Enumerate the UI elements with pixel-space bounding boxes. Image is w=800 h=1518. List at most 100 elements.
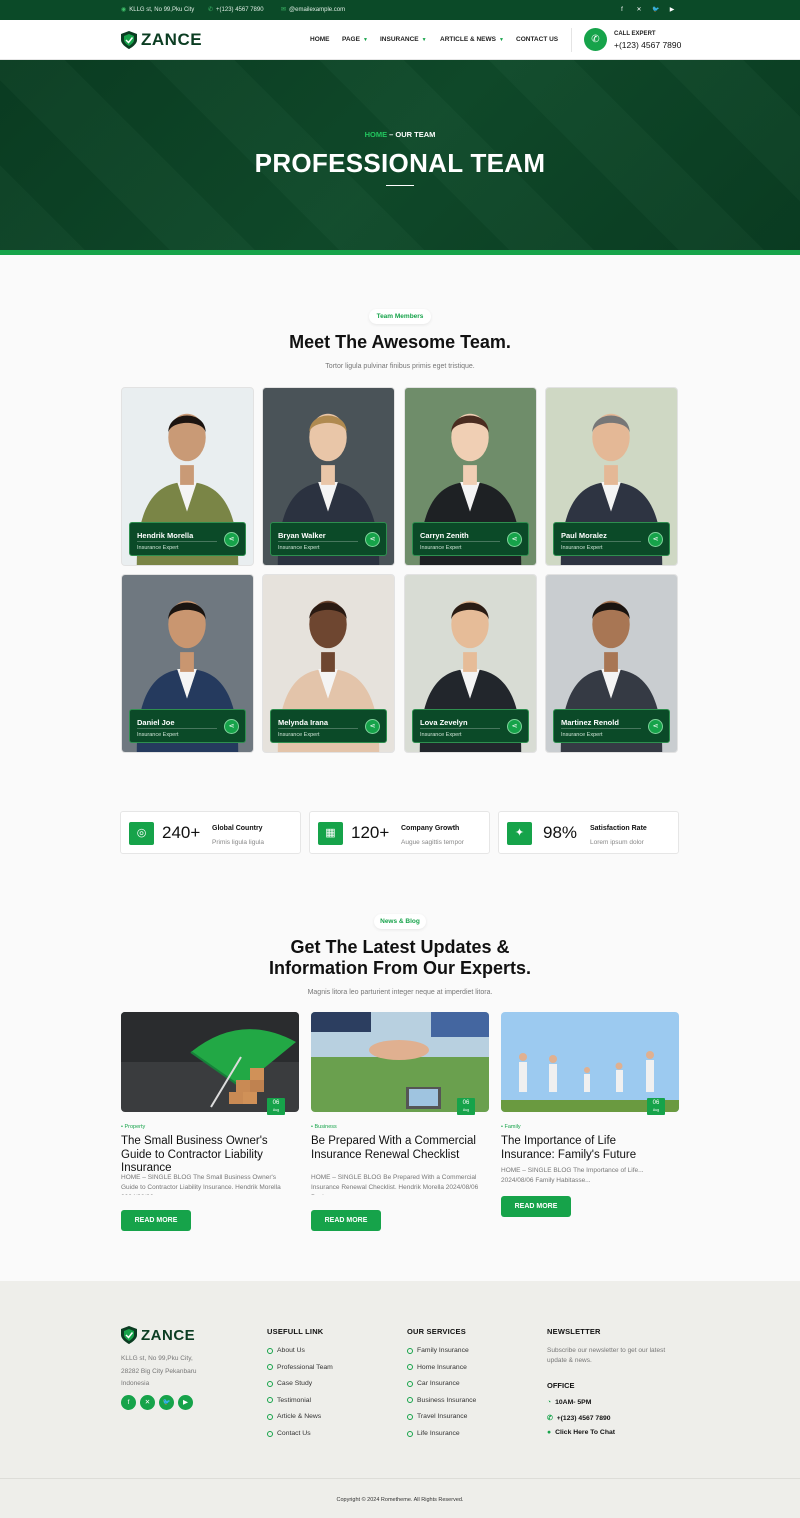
x-icon[interactable]: ✕ bbox=[140, 1395, 155, 1410]
twitter-icon[interactable]: 🐦 bbox=[159, 1395, 174, 1410]
service-link-label: Family Insurance bbox=[417, 1347, 469, 1354]
facebook-icon[interactable]: f bbox=[617, 5, 627, 15]
member-divider bbox=[137, 728, 217, 729]
newsletter-heading: NEWSLETTER bbox=[547, 1327, 601, 1336]
team-card[interactable]: Melynda Irana Insurance Expert ⋖ bbox=[262, 574, 395, 753]
footer-link-label: Professional Team bbox=[277, 1363, 333, 1371]
footer-link[interactable]: Article & News bbox=[267, 1413, 321, 1420]
member-role: Insurance Expert bbox=[420, 545, 462, 551]
office-chat[interactable]: ● Click Here To Chat bbox=[547, 1429, 615, 1436]
chevron-down-icon: ▼ bbox=[421, 36, 427, 43]
team-card[interactable]: Martinez Renold Insurance Expert ⋖ bbox=[545, 574, 678, 753]
share-icon[interactable]: ⋖ bbox=[507, 719, 522, 734]
post-category-label: Business bbox=[314, 1124, 337, 1130]
footer-link[interactable]: Contact Us bbox=[267, 1430, 311, 1437]
stat-value: 240+ bbox=[162, 823, 201, 842]
team-card[interactable]: Lova Zevelyn Insurance Expert ⋖ bbox=[404, 574, 537, 753]
nav-home[interactable]: HOME bbox=[310, 36, 330, 43]
team-card[interactable]: Paul Moralez Insurance Expert ⋖ bbox=[545, 387, 678, 566]
stat-label: Global Country bbox=[212, 825, 263, 832]
member-divider bbox=[137, 541, 217, 542]
chevron-down-icon: ▼ bbox=[498, 36, 504, 43]
mail-icon: ✉ bbox=[281, 7, 287, 13]
logo[interactable]: ZANCE bbox=[121, 30, 202, 50]
post-category[interactable]: • Business bbox=[311, 1124, 337, 1130]
read-more-button[interactable]: READ MORE bbox=[121, 1210, 191, 1231]
service-link[interactable]: Travel Insurance bbox=[407, 1413, 467, 1420]
read-more-button[interactable]: READ MORE bbox=[501, 1196, 571, 1217]
post-image[interactable] bbox=[121, 1012, 299, 1112]
bullet-icon bbox=[267, 1413, 273, 1420]
phone-icon: ✆ bbox=[547, 1415, 553, 1422]
share-icon[interactable]: ⋖ bbox=[365, 719, 380, 734]
youtube-icon[interactable]: ▶ bbox=[667, 5, 677, 15]
team-card[interactable]: Daniel Joe Insurance Expert ⋖ bbox=[121, 574, 254, 753]
stat-sub: Augue sagittis tempor bbox=[401, 839, 464, 846]
post-month: Aug bbox=[462, 1108, 470, 1112]
member-role: Insurance Expert bbox=[561, 732, 603, 738]
service-link[interactable]: Business Insurance bbox=[407, 1397, 476, 1404]
nav-page[interactable]: PAGE ▼ bbox=[342, 36, 368, 43]
twitter-icon[interactable]: 🐦 bbox=[651, 5, 661, 15]
post-title[interactable]: Be Prepared With a Commercial Insurance … bbox=[311, 1135, 481, 1171]
share-icon[interactable]: ⋖ bbox=[648, 532, 663, 547]
nav-article-news[interactable]: ARTICLE & NEWS ▼ bbox=[440, 36, 504, 43]
member-info-panel: Martinez Renold Insurance Expert ⋖ bbox=[553, 709, 670, 743]
post-title[interactable]: The Importance of Life Insurance: Family… bbox=[501, 1135, 671, 1165]
share-icon[interactable]: ⋖ bbox=[365, 532, 380, 547]
service-link[interactable]: Life Insurance bbox=[407, 1430, 460, 1437]
address-line: 28282 Big City Pekanbaru bbox=[121, 1367, 197, 1375]
nav-home-label: HOME bbox=[310, 36, 330, 43]
call-expert-number[interactable]: +(123) 4567 7890 bbox=[614, 40, 681, 50]
team-card[interactable]: Bryan Walker Insurance Expert ⋖ bbox=[262, 387, 395, 566]
bullet-icon bbox=[267, 1347, 273, 1354]
youtube-icon[interactable]: ▶ bbox=[178, 1395, 193, 1410]
footer-logo[interactable]: ZANCE bbox=[121, 1326, 195, 1344]
call-phone-icon[interactable]: ✆ bbox=[584, 28, 607, 51]
post-image[interactable] bbox=[501, 1012, 679, 1112]
office-heading: OFFICE bbox=[547, 1381, 575, 1390]
post-category[interactable]: • Property bbox=[121, 1124, 145, 1130]
bullet-icon bbox=[407, 1413, 413, 1420]
member-divider bbox=[278, 728, 358, 729]
footer-link[interactable]: Professional Team bbox=[267, 1364, 333, 1371]
share-icon[interactable]: ⋖ bbox=[507, 532, 522, 547]
share-icon[interactable]: ⋖ bbox=[648, 719, 663, 734]
post-title[interactable]: The Small Business Owner's Guide to Cont… bbox=[121, 1135, 291, 1171]
breadcrumb-home[interactable]: HOME bbox=[365, 130, 388, 139]
member-role: Insurance Expert bbox=[278, 545, 320, 551]
member-divider bbox=[420, 541, 500, 542]
footer-logo-text: ZANCE bbox=[141, 1326, 196, 1344]
team-card[interactable]: Carryn Zenith Insurance Expert ⋖ bbox=[404, 387, 537, 566]
bullet-icon bbox=[407, 1397, 413, 1404]
stat-label: Satisfaction Rate bbox=[590, 825, 647, 832]
bullet-icon bbox=[407, 1364, 413, 1371]
share-icon[interactable]: ⋖ bbox=[224, 719, 239, 734]
footer-link[interactable]: About Us bbox=[267, 1347, 305, 1354]
footer-link[interactable]: Testimonial bbox=[267, 1397, 311, 1404]
post-category[interactable]: • Family bbox=[501, 1124, 521, 1130]
email-info[interactable]: ✉ @emailexample.com bbox=[281, 6, 345, 14]
post-category-label: Family bbox=[504, 1124, 521, 1130]
breadcrumb: HOME – OUR TEAM bbox=[0, 130, 800, 139]
post-date-badge: 06 Aug bbox=[647, 1098, 665, 1115]
nav-contact[interactable]: CONTACT US bbox=[516, 36, 558, 43]
office-phone-text: +(123) 4567 7890 bbox=[556, 1414, 611, 1422]
x-icon[interactable]: ✕ bbox=[634, 5, 644, 15]
nav-contact-label: CONTACT US bbox=[516, 36, 559, 43]
team-pill: Team Members bbox=[369, 309, 431, 324]
service-link[interactable]: Car Insurance bbox=[407, 1380, 460, 1387]
nav-insurance[interactable]: INSURANCE ▼ bbox=[380, 36, 427, 43]
phone-info[interactable]: ✆ +(123) 4567 7890 bbox=[208, 6, 264, 14]
office-phone[interactable]: ✆ +(123) 4567 7890 bbox=[547, 1414, 611, 1423]
post-image[interactable] bbox=[311, 1012, 489, 1112]
facebook-icon[interactable]: f bbox=[121, 1395, 136, 1410]
member-info-panel: Hendrik Morella Insurance Expert ⋖ bbox=[129, 522, 246, 556]
service-link[interactable]: Home Insurance bbox=[407, 1364, 467, 1371]
blog-title-line2: Information From Our Experts. bbox=[268, 958, 532, 978]
footer-link[interactable]: Case Study bbox=[267, 1380, 312, 1387]
share-icon[interactable]: ⋖ bbox=[224, 532, 239, 547]
team-card[interactable]: Hendrik Morella Insurance Expert ⋖ bbox=[121, 387, 254, 566]
read-more-button[interactable]: READ MORE bbox=[311, 1210, 381, 1231]
service-link[interactable]: Family Insurance bbox=[407, 1347, 469, 1354]
